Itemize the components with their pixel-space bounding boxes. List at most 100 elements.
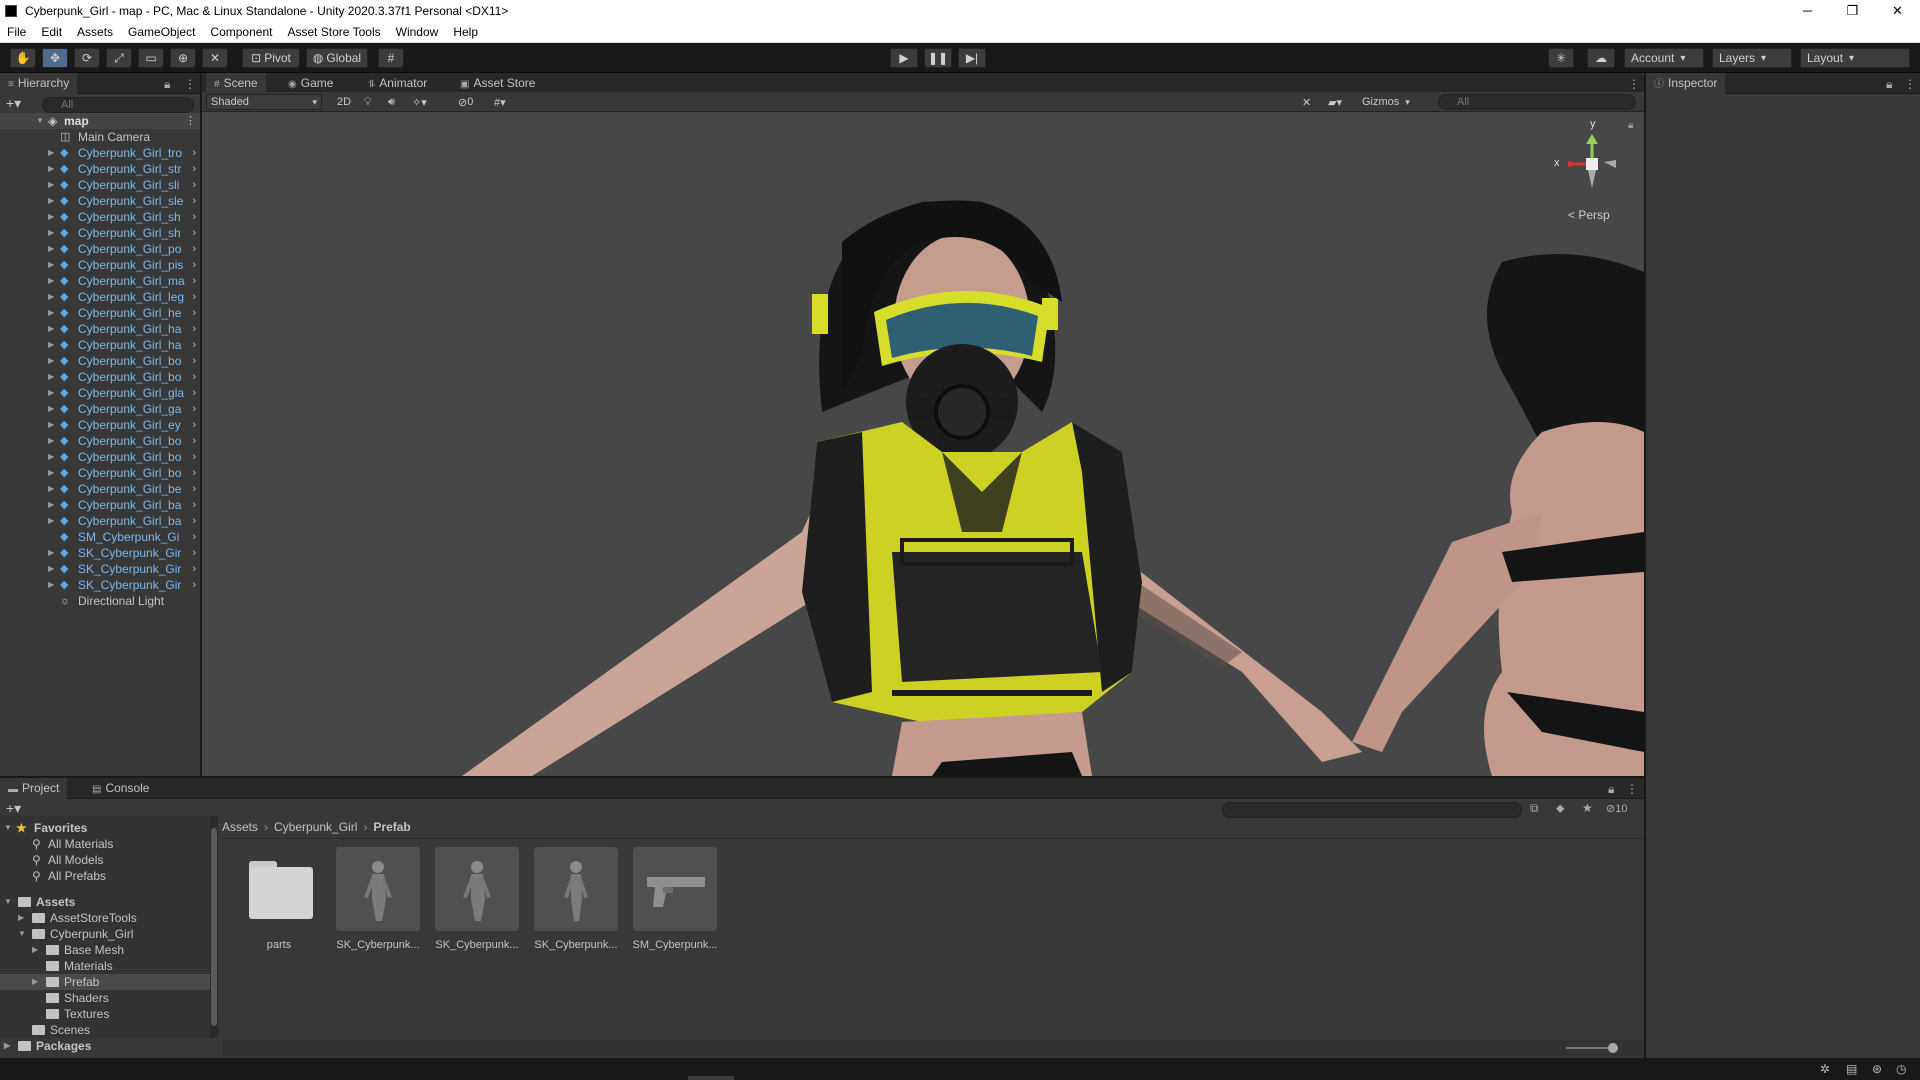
hierarchy-item[interactable]: ▶ ◆ SK_Cyberpunk_Gir › [0,577,200,593]
hierarchy-item[interactable]: ▶ ◆ Cyberpunk_Girl_be › [0,481,200,497]
expand-arrow-icon[interactable]: ▶ [48,353,54,369]
hidden-objects-toggle[interactable]: ⊘ 0 [458,94,486,110]
cache-server-icon[interactable]: ▤ [1846,1062,1857,1076]
hierarchy-item[interactable]: ▶ ◆ Cyberpunk_Girl_sh › [0,209,200,225]
hand-tool-button[interactable]: ✋ [10,48,36,68]
tab-console[interactable]: ▤ Console [84,778,157,799]
expand-arrow-icon[interactable]: ▶ [48,513,54,529]
tree-scrollbar-thumb[interactable] [211,828,217,1026]
tab-game[interactable]: ◉ Game [280,73,341,94]
tree-item[interactable]: ▶ AssetStoreTools [0,910,210,926]
move-tool-button[interactable]: ✥ [42,48,68,68]
performance-icon[interactable]: ◷ [1896,1062,1906,1076]
open-prefab-icon[interactable]: › [192,145,196,161]
expand-arrow-icon[interactable]: ▶ [48,177,54,193]
project-item-sk-1[interactable]: SK_Cyberpunk... [333,847,423,951]
menu-help[interactable]: Help [446,25,486,39]
open-prefab-icon[interactable]: › [192,401,196,417]
expand-arrow-icon[interactable]: ▶ [48,481,54,497]
hierarchy-item[interactable]: ▶ ◆ Cyberpunk_Girl_gla › [0,385,200,401]
breadcrumb-prefab[interactable]: Prefab [373,820,410,834]
audio-toggle[interactable]: 🔊︎ [388,94,404,110]
open-prefab-icon[interactable]: › [192,433,196,449]
expand-arrow-icon[interactable]: ▶ [48,257,54,273]
breadcrumb-assets[interactable]: Assets [222,820,258,834]
scene-kebab-icon[interactable]: ⋮ [185,113,196,129]
open-prefab-icon[interactable]: › [192,257,196,273]
tab-asset-store[interactable]: ▣ Asset Store [452,73,543,94]
inspector-kebab-icon[interactable]: ⋮ [1904,77,1916,91]
hierarchy-item[interactable]: ▶ ◆ SK_Cyberpunk_Gir › [0,545,200,561]
expand-arrow-icon[interactable]: ▶ [48,369,54,385]
hierarchy-item[interactable]: ▶ ◆ Cyberpunk_Girl_str › [0,161,200,177]
favorites-row[interactable]: ▼ ★ Favorites [0,820,210,836]
tree-scrollbar[interactable] [210,816,218,1038]
expand-arrow-icon[interactable]: ▶ [18,910,24,926]
hierarchy-item[interactable]: ☼ Directional Light [0,593,200,609]
expand-arrow-icon[interactable]: ▶ [32,942,38,958]
project-create-button[interactable]: +▾ [6,800,21,817]
open-prefab-icon[interactable]: › [192,193,196,209]
rotate-tool-button[interactable]: ⟳ [74,48,100,68]
hierarchy-item[interactable]: ◆ SM_Cyberpunk_Gi › [0,529,200,545]
minimize-button[interactable]: ─ [1785,0,1830,22]
tree-item[interactable]: ▼ Assets [0,894,210,910]
grid-dropdown[interactable]: #▾ [494,94,528,110]
expand-arrow-icon[interactable]: ▶ [48,433,54,449]
open-prefab-icon[interactable]: › [192,305,196,321]
hierarchy-item[interactable]: ▶ ◆ Cyberpunk_Girl_sh › [0,225,200,241]
rect-tool-button[interactable]: ▭ [138,48,164,68]
kebab-menu-icon[interactable]: ⋮ [184,77,196,91]
layout-dropdown[interactable]: Layout [1800,48,1910,68]
hierarchy-item[interactable]: ▶ ◆ Cyberpunk_Girl_ey › [0,417,200,433]
expand-arrow-icon[interactable]: ▶ [48,161,54,177]
hierarchy-item[interactable]: ▶ ◆ Cyberpunk_Girl_bo › [0,353,200,369]
tree-item[interactable]: Materials [0,958,210,974]
tree-item[interactable]: Shaders [0,990,210,1006]
scene-row[interactable]: ▼ ◈ map ⋮ [0,113,200,129]
menu-asset-store-tools[interactable]: Asset Store Tools [280,25,388,39]
open-prefab-icon[interactable]: › [192,241,196,257]
open-prefab-icon[interactable]: › [192,273,196,289]
expand-arrow-icon[interactable]: ▶ [48,225,54,241]
open-prefab-icon[interactable]: › [192,481,196,497]
hidden-packages-toggle[interactable]: ⊘10 [1606,802,1627,815]
menu-gameobject[interactable]: GameObject [121,25,203,39]
transform-tool-button[interactable]: ⊕ [170,48,196,68]
menu-edit[interactable]: Edit [34,25,70,39]
hierarchy-item[interactable]: ▶ ◆ SK_Cyberpunk_Gir › [0,561,200,577]
favorite-item[interactable]: ⚲ All Models [0,852,210,868]
hierarchy-item[interactable]: ▶ ◆ Cyberpunk_Girl_sli › [0,177,200,193]
project-kebab-icon[interactable]: ⋮ [1626,782,1638,796]
favorite-item[interactable]: ⚲ All Materials [0,836,210,852]
menu-component[interactable]: Component [203,25,280,39]
expand-arrow-icon[interactable]: ▼ [36,113,44,129]
scene-search-input[interactable] [1438,94,1636,110]
breadcrumb-cyberpunk-girl[interactable]: Cyberpunk_Girl [274,820,357,834]
open-prefab-icon[interactable]: › [192,417,196,433]
open-prefab-icon[interactable]: › [192,385,196,401]
hierarchy-item[interactable]: ▶ ◆ Cyberpunk_Girl_bo › [0,449,200,465]
hierarchy-search-input[interactable] [42,97,194,113]
filter-type-icon[interactable]: ⧉ [1530,801,1539,816]
tree-item[interactable]: ▼ Cyberpunk_Girl [0,926,210,942]
scene-kebab-icon[interactable]: ⋮ [1628,77,1640,91]
expand-arrow-icon[interactable]: ▶ [32,974,38,990]
project-item-sm[interactable]: SM_Cyberpunk... [630,847,720,951]
step-button[interactable]: ▶| [958,48,986,68]
open-prefab-icon[interactable]: › [192,353,196,369]
hierarchy-item[interactable]: ▶ ◆ Cyberpunk_Girl_bo › [0,433,200,449]
orientation-gizmo[interactable] [1568,134,1616,188]
hierarchy-item[interactable]: ▶ ◆ Cyberpunk_Girl_sle › [0,193,200,209]
account-dropdown[interactable]: Account [1624,48,1704,68]
scene-tools-button[interactable]: ✕ [1302,94,1318,110]
tab-project[interactable]: ▬ Project [0,778,68,799]
collab-button[interactable]: ✳ [1548,48,1574,68]
expand-arrow-icon[interactable]: ▶ [48,193,54,209]
expand-arrow-icon[interactable]: ▶ [48,577,54,593]
open-prefab-icon[interactable]: › [192,289,196,305]
hierarchy-item[interactable]: ▶ ◆ Cyberpunk_Girl_he › [0,305,200,321]
open-prefab-icon[interactable]: › [192,529,196,545]
global-toggle[interactable]: ◍ Global [306,48,368,68]
menu-window[interactable]: Window [389,25,447,39]
